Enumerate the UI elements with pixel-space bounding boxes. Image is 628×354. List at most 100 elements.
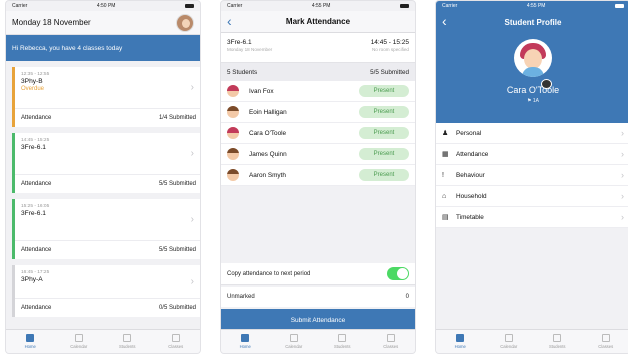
profile-menu: ♟ Personal › ▦ Attendance › ! Behaviour … (436, 123, 628, 228)
menu-item-personal[interactable]: ♟ Personal › (436, 123, 628, 144)
submit-attendance-button[interactable]: Submit Attendance (221, 309, 415, 331)
menu-item-attendance[interactable]: ▦ Attendance › (436, 144, 628, 165)
tab-label: Students (333, 344, 351, 349)
class-code: 3Fre-6.1 (227, 39, 252, 46)
class-time: 12:35 - 12:55 (21, 72, 50, 77)
student-class: ⚑ 1A (527, 98, 539, 104)
status-bar: Carrier 4:55 PM (436, 1, 628, 11)
back-chevron-icon[interactable]: ‹ (442, 13, 447, 29)
student-avatar (227, 85, 239, 97)
home-screen: Carrier 4:50 PM Monday 18 November Hi Re… (5, 0, 201, 354)
class-code: 3Fre-6.1 (21, 210, 46, 217)
class-card-header[interactable]: 16:45 - 17:25 3Phy-A › (15, 265, 200, 299)
class-time: 16:45 - 17:25 (21, 270, 50, 275)
clock: 4:55 PM (311, 3, 331, 9)
class-card[interactable]: 14:45 - 15:25 3Fre-6.1 › Attendance 5/5 … (12, 133, 200, 193)
tab-label: Home (239, 344, 251, 349)
person-icon: ♟ (442, 130, 449, 137)
submit-label: Submit Attendance (290, 316, 346, 324)
menu-item-household[interactable]: ⌂ Household › (436, 186, 628, 207)
tab-classes[interactable]: Classes (367, 330, 416, 353)
classes-icon (386, 334, 395, 342)
class-card[interactable]: 16:45 - 17:25 3Phy-A › Attendance 0/5 Su… (12, 265, 200, 317)
attendance-value: 1/4 Submitted (158, 115, 196, 121)
clock: 4:55 PM (526, 3, 546, 9)
tab-label: Classes (168, 344, 184, 349)
avatar[interactable] (176, 13, 194, 32)
back-chevron-icon[interactable]: ‹ (227, 13, 232, 29)
list-item[interactable]: James Quinn Present (221, 144, 415, 165)
class-card-header[interactable]: 14:45 - 15:25 3Fre-6.1 › (15, 133, 200, 175)
students-icon (553, 334, 562, 342)
camera-icon[interactable] (541, 79, 552, 89)
tab-home[interactable]: Home (221, 330, 270, 353)
attendance-row[interactable]: Attendance 5/5 Submitted (15, 175, 200, 193)
tab-calendar[interactable]: Calendar (55, 330, 104, 353)
tab-calendar[interactable]: Calendar (270, 330, 319, 353)
students-submitted: 5/5 Submitted (370, 68, 409, 76)
chevron-right-icon: › (621, 128, 624, 138)
tab-label: Home (454, 344, 466, 349)
student-avatar (227, 148, 239, 160)
tab-label: Calendar (285, 344, 303, 349)
class-label: 1A (532, 98, 539, 104)
list-item[interactable]: Eoin Halligan Present (221, 102, 415, 123)
class-code: 3Fre-6.1 (21, 144, 46, 151)
tab-label: Calendar (70, 344, 88, 349)
class-card-header[interactable]: 12:35 - 12:55 3Phy-B Overdue › (15, 67, 200, 109)
attendance-label: Attendance (21, 181, 52, 187)
class-time: 14:45 - 15:25 (370, 39, 409, 46)
class-card[interactable]: 12:35 - 12:55 3Phy-B Overdue › Attendanc… (12, 67, 200, 127)
classes-icon (171, 334, 180, 342)
class-code: 3Phy-B (21, 78, 43, 85)
menu-label: Behaviour (456, 171, 485, 179)
present-button[interactable]: Present (359, 106, 409, 118)
battery-icon (185, 4, 194, 8)
list-item[interactable]: Aaron Smyth Present (221, 165, 415, 186)
profile-header: Cara O'Toole ⚑ 1A (436, 33, 628, 123)
tab-students[interactable]: Students (103, 330, 152, 353)
copy-attendance-row: Copy attendance to next period (221, 263, 415, 285)
page-title: Student Profile (504, 17, 562, 27)
menu-label: Household (456, 192, 487, 200)
student-avatar[interactable] (514, 39, 552, 77)
students-icon (338, 334, 347, 342)
tab-calendar[interactable]: Calendar (485, 330, 534, 353)
clock: 4:50 PM (96, 3, 116, 9)
present-button[interactable]: Present (359, 127, 409, 139)
nav-bar: ‹ Mark Attendance (221, 11, 415, 33)
tab-students[interactable]: Students (533, 330, 582, 353)
tab-classes[interactable]: Classes (152, 330, 201, 353)
tab-classes[interactable]: Classes (582, 330, 628, 353)
tab-label: Home (24, 344, 36, 349)
class-card-header[interactable]: 15:25 - 16:05 3Fre-6.1 › (15, 199, 200, 241)
home-icon (456, 334, 465, 342)
student-avatar (227, 127, 239, 139)
status-bar: Carrier 4:50 PM (6, 1, 200, 11)
student-name: Ivan Fox (249, 87, 274, 95)
tab-home[interactable]: Home (436, 330, 485, 353)
list-item[interactable]: Cara O'Toole Present (221, 123, 415, 144)
class-card[interactable]: 15:25 - 16:05 3Fre-6.1 › Attendance 5/5 … (12, 199, 200, 259)
class-room: No room specified (371, 47, 409, 52)
classes-icon (601, 334, 610, 342)
class-time: 15:25 - 16:05 (21, 204, 50, 209)
tab-students[interactable]: Students (318, 330, 367, 353)
present-button[interactable]: Present (359, 148, 409, 160)
present-button[interactable]: Present (359, 169, 409, 181)
home-header: Monday 18 November (6, 11, 200, 35)
tab-home[interactable]: Home (6, 330, 55, 353)
student-profile-screen: Carrier 4:55 PM ‹ Student Profile Cara O… (435, 0, 628, 354)
chevron-right-icon: › (190, 82, 194, 93)
attendance-row[interactable]: Attendance 1/4 Submitted (15, 109, 200, 127)
menu-item-timetable[interactable]: ▤ Timetable › (436, 207, 628, 228)
menu-item-behaviour[interactable]: ! Behaviour › (436, 165, 628, 186)
tab-bar: Home Calendar Students Classes (436, 329, 628, 353)
copy-attendance-toggle[interactable] (387, 267, 409, 280)
menu-label: Attendance (456, 150, 489, 158)
list-item[interactable]: Ivan Fox Present (221, 81, 415, 102)
present-button[interactable]: Present (359, 85, 409, 97)
attendance-row[interactable]: Attendance 5/5 Submitted (15, 241, 200, 259)
nav-bar: ‹ Student Profile (436, 11, 628, 33)
attendance-row[interactable]: Attendance 0/5 Submitted (15, 299, 200, 317)
